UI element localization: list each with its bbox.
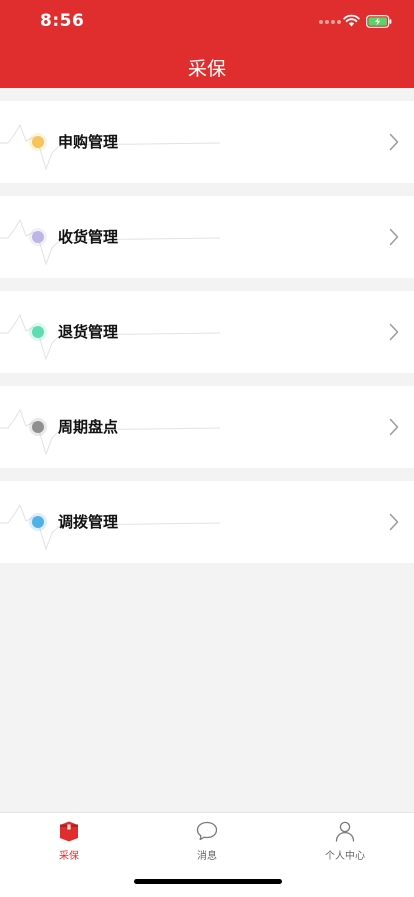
menu-item-transfer[interactable]: 调拨管理: [0, 481, 414, 563]
page-title: 采保: [187, 58, 226, 80]
wifi-icon: [343, 14, 360, 27]
header-bar: 8:56 采保: [0, 0, 414, 88]
status-dot: [32, 516, 44, 528]
tab-label: 个人中心: [325, 851, 365, 862]
tab-caibao[interactable]: 采保: [0, 819, 138, 862]
menu-item-label: 周期盘点: [58, 418, 119, 436]
menu-item-cycle-count[interactable]: 周期盘点: [0, 386, 414, 468]
chevron-right-icon: [389, 228, 399, 246]
status-time: 8:56: [40, 11, 85, 31]
person-icon: [335, 821, 355, 842]
home-indicator: [134, 879, 282, 884]
status-dot: [32, 136, 44, 148]
menu-item-label: 收货管理: [58, 228, 119, 246]
tab-messages[interactable]: 消息: [138, 819, 276, 862]
cellular-signal-icon: [319, 20, 341, 24]
tab-label: 消息: [197, 851, 217, 862]
package-icon: [60, 821, 78, 842]
menu-item-label: 调拨管理: [58, 513, 119, 531]
chat-bubble-icon: [196, 821, 218, 841]
status-dot: [32, 421, 44, 433]
battery-charging-icon: [366, 15, 392, 28]
menu-item-label: 退货管理: [58, 323, 119, 341]
status-dot: [32, 231, 44, 243]
menu-item-purchase-request[interactable]: 申购管理: [0, 101, 414, 183]
tab-profile[interactable]: 个人中心: [276, 819, 414, 862]
chevron-right-icon: [389, 513, 399, 531]
chevron-right-icon: [389, 418, 399, 436]
menu-item-receiving[interactable]: 收货管理: [0, 196, 414, 278]
menu-list: 申购管理 收货管理 退货管理 周期盘点 调拨管理: [0, 101, 414, 576]
status-dot: [32, 326, 44, 338]
chevron-right-icon: [389, 133, 399, 151]
bottom-tab-bar: 采保 消息 个人中心: [0, 812, 414, 897]
chevron-right-icon: [389, 323, 399, 341]
menu-item-returns[interactable]: 退货管理: [0, 291, 414, 373]
tab-label: 采保: [59, 851, 79, 862]
menu-item-label: 申购管理: [58, 133, 119, 151]
